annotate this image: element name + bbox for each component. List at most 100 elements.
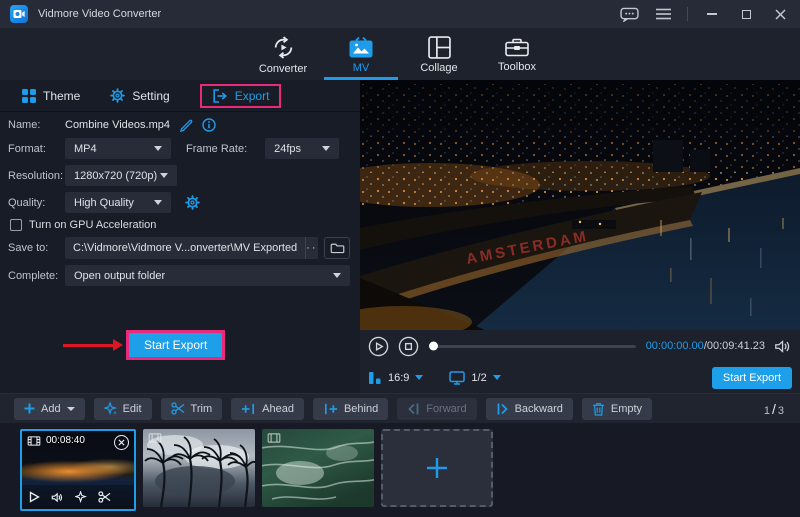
play-button[interactable] [368, 336, 389, 357]
chevron-down-icon [154, 146, 162, 151]
nav-tab-converter[interactable]: Converter [244, 28, 322, 80]
behind-button[interactable]: Behind [313, 398, 388, 420]
clip-toolbar: Add Edit Trim Ahead Behind Forward Backw… [0, 393, 800, 423]
clip-thumbnail-3[interactable] [262, 429, 374, 507]
clip-play-icon[interactable] [29, 491, 40, 503]
ahead-button[interactable]: Ahead [231, 398, 304, 420]
info-icon[interactable] [202, 118, 216, 132]
chevron-down-icon [333, 273, 341, 278]
gpu-checkbox[interactable] [10, 219, 22, 231]
quality-row: Quality: High Quality [8, 192, 350, 213]
start-export-area: Start Export [63, 330, 225, 360]
empty-button[interactable]: Empty [582, 398, 652, 420]
add-button[interactable]: Add [14, 398, 85, 420]
complete-row: Complete: Open output folder [8, 265, 350, 286]
titlebar: Vidmore Video Converter [0, 0, 800, 28]
quality-settings-gear-icon[interactable] [185, 195, 200, 210]
trash-icon [592, 402, 605, 416]
close-button[interactable] [770, 5, 790, 23]
gpu-row: Turn on GPU Acceleration [8, 219, 350, 231]
gpu-label: Turn on GPU Acceleration [29, 219, 156, 231]
add-clip-slot[interactable] [381, 429, 493, 507]
clip-thumbnail-2[interactable] [143, 429, 255, 507]
start-export-button[interactable]: Start Export [126, 330, 225, 360]
player-controls: 00:00:00.00/00:09:41.23 16:9 1/2 Start E… [360, 330, 800, 393]
insert-behind-icon [323, 403, 338, 415]
edit-button[interactable]: Edit [94, 398, 152, 420]
remove-clip-icon[interactable] [114, 435, 129, 450]
screen-mode-select[interactable]: 1/2 [449, 371, 500, 385]
resolution-row: Resolution: 1280x720 (720p) [8, 165, 350, 186]
saveto-path: C:\Vidmore\Vidmore V...onverter\MV Expor… [65, 242, 305, 254]
video-preview[interactable]: AMSTERDAM [360, 80, 800, 330]
clip-actions [22, 485, 134, 509]
nav-tab-collage[interactable]: Collage [400, 28, 478, 80]
theme-icon [22, 89, 36, 103]
chevron-down-icon [493, 375, 501, 380]
quality-select[interactable]: High Quality [65, 192, 171, 213]
framerate-label: Frame Rate: [186, 143, 247, 155]
clip-volume-icon[interactable] [51, 492, 64, 503]
format-row: Format: MP4 Frame Rate: 24fps [8, 138, 350, 159]
chevron-down-icon [154, 200, 162, 205]
collage-icon [428, 36, 451, 59]
minimize-button[interactable] [702, 5, 722, 23]
film-icon [267, 433, 281, 446]
maximize-button[interactable] [736, 5, 756, 23]
folder-icon [330, 242, 345, 254]
app-logo-icon [10, 5, 28, 23]
stop-button[interactable] [398, 336, 419, 357]
complete-select[interactable]: Open output folder [65, 265, 350, 286]
chevron-down-icon [160, 173, 168, 178]
clip-duration: 00:08:40 [27, 435, 85, 446]
tab-theme[interactable]: Theme [22, 89, 80, 103]
tab-export[interactable]: Export [200, 84, 282, 108]
seek-knob[interactable] [429, 342, 438, 351]
rename-pencil-icon[interactable] [180, 119, 193, 132]
clip-thumbnail-1[interactable]: 00:08:40 [20, 429, 136, 511]
film-icon [148, 433, 162, 446]
start-export-button-player[interactable]: Start Export [712, 367, 792, 389]
quality-label: Quality: [8, 197, 65, 209]
insert-ahead-icon [241, 403, 256, 415]
saveto-row: Save to: C:\Vidmore\Vidmore V...onverter… [8, 237, 350, 259]
forward-button[interactable]: Forward [397, 398, 476, 420]
export-form: Name: Combine Videos.mp4 Format: MP4 Fra… [0, 112, 360, 286]
export-settings-panel: Theme Setting Export Name: Combine Video… [0, 80, 360, 393]
titlebar-divider [687, 7, 688, 21]
name-value: Combine Videos.mp4 [65, 119, 170, 131]
resolution-label: Resolution: [8, 170, 65, 182]
scissors-icon [171, 402, 185, 415]
volume-icon[interactable] [774, 339, 792, 354]
browse-button[interactable]: ··· [305, 237, 318, 259]
saveto-label: Save to: [8, 242, 65, 254]
magic-wand-icon [104, 402, 117, 415]
nav-tab-toolbox[interactable]: Toolbox [478, 28, 556, 80]
toolbox-icon [505, 37, 529, 58]
trim-button[interactable]: Trim [161, 398, 223, 420]
main-nav: Converter MV Collage Toolbox [0, 28, 800, 80]
seek-slider[interactable] [431, 345, 636, 348]
clip-trim-scissors-icon[interactable] [98, 491, 111, 503]
feedback-icon[interactable] [619, 5, 639, 23]
format-select[interactable]: MP4 [65, 138, 171, 159]
panel-tabs: Theme Setting Export [0, 80, 360, 112]
aspect-ratio-select[interactable]: 16:9 [368, 371, 423, 385]
framerate-select[interactable]: 24fps [265, 138, 339, 159]
clip-edit-star-icon[interactable] [75, 491, 87, 503]
open-folder-button[interactable] [324, 237, 350, 259]
monitor-icon [449, 371, 465, 385]
backward-button[interactable]: Backward [486, 398, 573, 420]
film-icon [27, 436, 41, 446]
nav-tab-mv[interactable]: MV [322, 28, 400, 80]
name-label: Name: [8, 119, 65, 131]
page-indicator: 1/3 [764, 401, 784, 417]
saveto-field[interactable]: C:\Vidmore\Vidmore V...onverter\MV Expor… [65, 237, 318, 259]
menu-icon[interactable] [653, 5, 673, 23]
format-label: Format: [8, 143, 65, 155]
converter-icon [271, 35, 296, 60]
tab-setting[interactable]: Setting [110, 88, 169, 103]
resolution-select[interactable]: 1280x720 (720p) [65, 165, 177, 186]
night-city-frame: AMSTERDAM [360, 80, 800, 330]
app-window: Vidmore Video Converter Converter MV [0, 0, 800, 517]
